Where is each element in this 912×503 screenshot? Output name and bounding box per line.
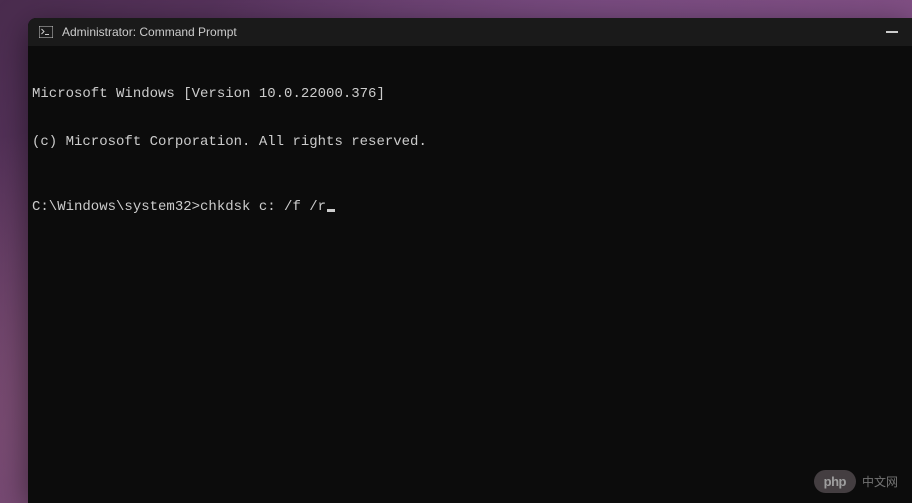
text-cursor (327, 209, 335, 212)
prompt-path: C:\Windows\system32> (32, 199, 200, 215)
watermark-logo: php (814, 470, 856, 493)
cmd-icon (38, 24, 54, 40)
watermark: php 中文网 (814, 470, 898, 493)
prompt-line: C:\Windows\system32>chkdsk c: /f /r (32, 199, 908, 215)
version-line: Microsoft Windows [Version 10.0.22000.37… (32, 86, 908, 102)
command-input[interactable]: chkdsk c: /f /r (200, 199, 326, 215)
minimize-button[interactable] (886, 31, 898, 33)
watermark-text: 中文网 (862, 473, 898, 490)
cmd-window: Administrator: Command Prompt Microsoft … (28, 18, 912, 503)
window-controls (886, 31, 904, 33)
terminal-output[interactable]: Microsoft Windows [Version 10.0.22000.37… (28, 46, 912, 255)
titlebar[interactable]: Administrator: Command Prompt (28, 18, 912, 46)
window-title: Administrator: Command Prompt (62, 25, 886, 39)
copyright-line: (c) Microsoft Corporation. All rights re… (32, 134, 908, 150)
